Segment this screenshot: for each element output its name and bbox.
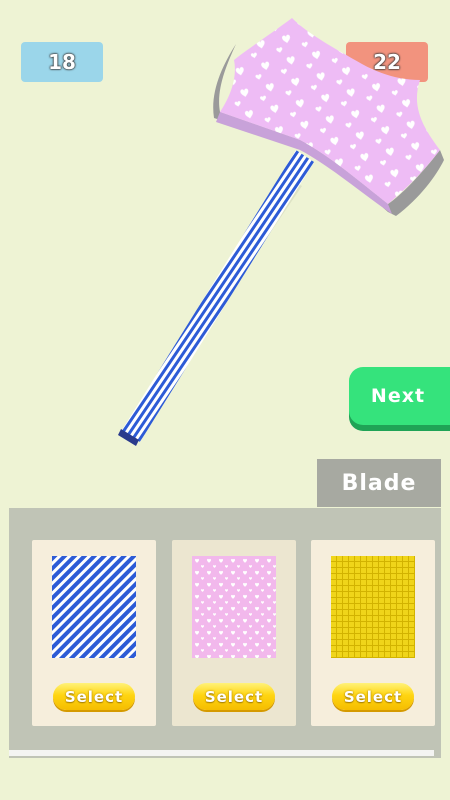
axe-blade [220, 18, 440, 204]
skin-card-pink-hearts[interactable]: Select [172, 540, 296, 726]
skin-card-blue-stripes[interactable]: Select [32, 540, 156, 726]
select-button[interactable]: Select [193, 683, 275, 710]
panel-scrollbar[interactable] [9, 750, 434, 756]
skin-card-yellow-grid[interactable]: Select [311, 540, 435, 726]
axe-handle [118, 150, 314, 446]
blue-stripes-swatch [52, 556, 136, 658]
pink-hearts-swatch [192, 556, 276, 658]
select-button[interactable]: Select [53, 683, 135, 710]
select-button[interactable]: Select [332, 683, 414, 710]
next-button[interactable]: Next [349, 367, 450, 425]
skin-selection-panel: Select Select Select [9, 508, 441, 758]
yellow-grid-swatch [331, 556, 415, 658]
tab-blade[interactable]: Blade [317, 459, 441, 507]
